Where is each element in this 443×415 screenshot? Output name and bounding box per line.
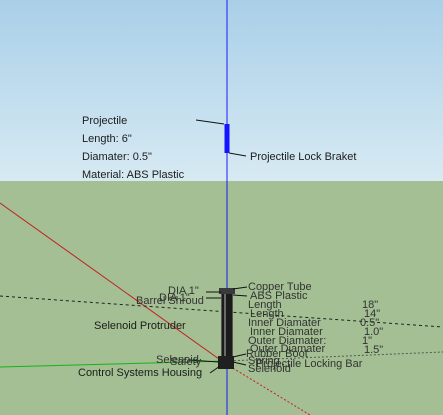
projectile-title: Projectile — [82, 115, 128, 127]
value-1-5: 1.5" — [364, 344, 384, 356]
projectile-lock-bracket-label: Projectile Lock Braket — [250, 151, 357, 163]
barrel-tube — [221, 291, 233, 366]
barrel-highlight — [224, 294, 226, 362]
projectile-length: Length: 6" — [82, 133, 132, 145]
barrel-shroud-label: Barrel Shroud — [136, 295, 204, 307]
projectile-body — [224, 124, 230, 153]
housing-base — [218, 356, 234, 369]
top-collar — [219, 288, 235, 294]
projectile-diameter: Diamater: 0.5" — [82, 151, 152, 163]
solenoid-right-label: Selenoid — [248, 363, 291, 375]
projectile-leader — [195, 119, 225, 125]
red-axis-solid — [0, 202, 227, 365]
modeling-viewport[interactable]: Projectile Length: 6" Diamater: 0.5" Mat… — [0, 0, 443, 415]
lock-bracket-leader — [228, 152, 247, 157]
projectile-material: Material: ABS Plastic — [82, 169, 185, 181]
control-housing-label: Control Systems Housing — [78, 367, 203, 379]
solenoid-protruder-label: Selenoid Protruder — [94, 320, 186, 332]
